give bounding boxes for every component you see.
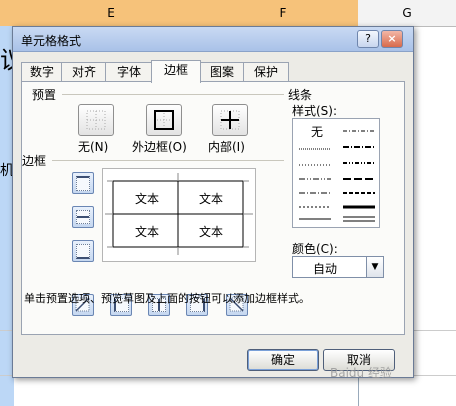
preset-none-label: 无(N) [78,140,109,154]
tab-protection[interactable]: 保护 [243,62,289,82]
tab-font[interactable]: 字体 [105,62,153,82]
border-group-label: 边框 [22,154,47,168]
tab-alignment[interactable]: 对齐 [61,62,107,82]
preset-outline-icon [154,110,174,130]
tab-label: 边框 [163,63,188,77]
watermark-logo: Baidu 经验 [330,366,392,380]
line-style-list[interactable]: 无 [292,118,380,228]
line-group-label: 线条 [288,88,313,102]
help-button[interactable]: ? [357,30,379,48]
tab-label: 图案 [209,65,234,79]
preview-cell: 文本 [198,191,223,206]
dialog-title: 单元格格式 [21,34,82,48]
column-header-left[interactable] [0,0,15,27]
format-cells-dialog: 单元格格式 ? × 数字 对齐 字体 边框 图案 保护 预置 无(N) 外边框(… [12,26,414,378]
tab-label: 保护 [253,65,278,79]
close-icon: × [387,32,397,45]
border-top-button[interactable] [72,172,94,194]
border-bottom-button[interactable] [72,240,94,262]
column-header-f[interactable]: F [208,0,359,27]
preset-group-label: 预置 [32,88,57,102]
divider [62,94,284,95]
tab-pattern[interactable]: 图案 [199,62,245,82]
help-icon: ? [365,32,371,45]
border-panel: 预置 无(N) 外边框(O) 内部(I) 边框 文本 文本 文本 文本 线条 样… [21,81,405,335]
preset-outline-button[interactable] [146,104,182,136]
tab-border[interactable]: 边框 [151,60,201,83]
chevron-down-icon[interactable]: ▼ [366,257,383,277]
ok-button[interactable]: 确定 [247,349,319,371]
border-bottom-icon [76,244,90,259]
color-select[interactable]: 自动 ▼ [292,256,384,278]
preset-none-button[interactable] [78,104,114,136]
preset-none-icon [86,110,106,130]
preview-cell: 文本 [134,191,159,206]
tab-label: 字体 [116,65,141,79]
column-header-g[interactable]: G [358,0,456,27]
column-header-e[interactable]: E [14,0,209,27]
dialog-titlebar[interactable]: 单元格格式 ? × [13,27,413,52]
column-f-label: F [279,6,287,20]
tab-number[interactable]: 数字 [21,62,63,82]
preview-cell: 文本 [134,224,159,239]
divider [52,160,284,161]
preset-inside-label: 内部(I) [208,140,245,154]
close-button[interactable]: × [381,30,403,48]
border-top-icon [76,176,90,191]
preview-cell: 文本 [198,224,223,239]
border-middle-horizontal-icon [76,210,90,224]
hint-text: 单击预置选项、预览草图及上面的按钮可以添加边框样式。 [24,292,310,305]
tab-label: 对齐 [71,65,96,79]
preset-outline-label: 外边框(O) [132,140,187,154]
preset-inside-icon [220,110,240,130]
border-preview[interactable]: 文本 文本 文本 文本 [102,168,256,262]
line-style-options[interactable] [293,119,379,227]
color-label: 颜色(C): [292,242,338,256]
border-middle-horizontal-button[interactable] [72,206,94,228]
color-select-value: 自动 [313,262,338,276]
column-g-label: G [402,6,412,20]
tab-label: 数字 [29,65,54,79]
preset-inside-button[interactable] [212,104,248,136]
line-style-label: 样式(S): [292,104,338,118]
column-e-label: E [107,6,115,20]
ok-label: 确定 [270,353,295,367]
